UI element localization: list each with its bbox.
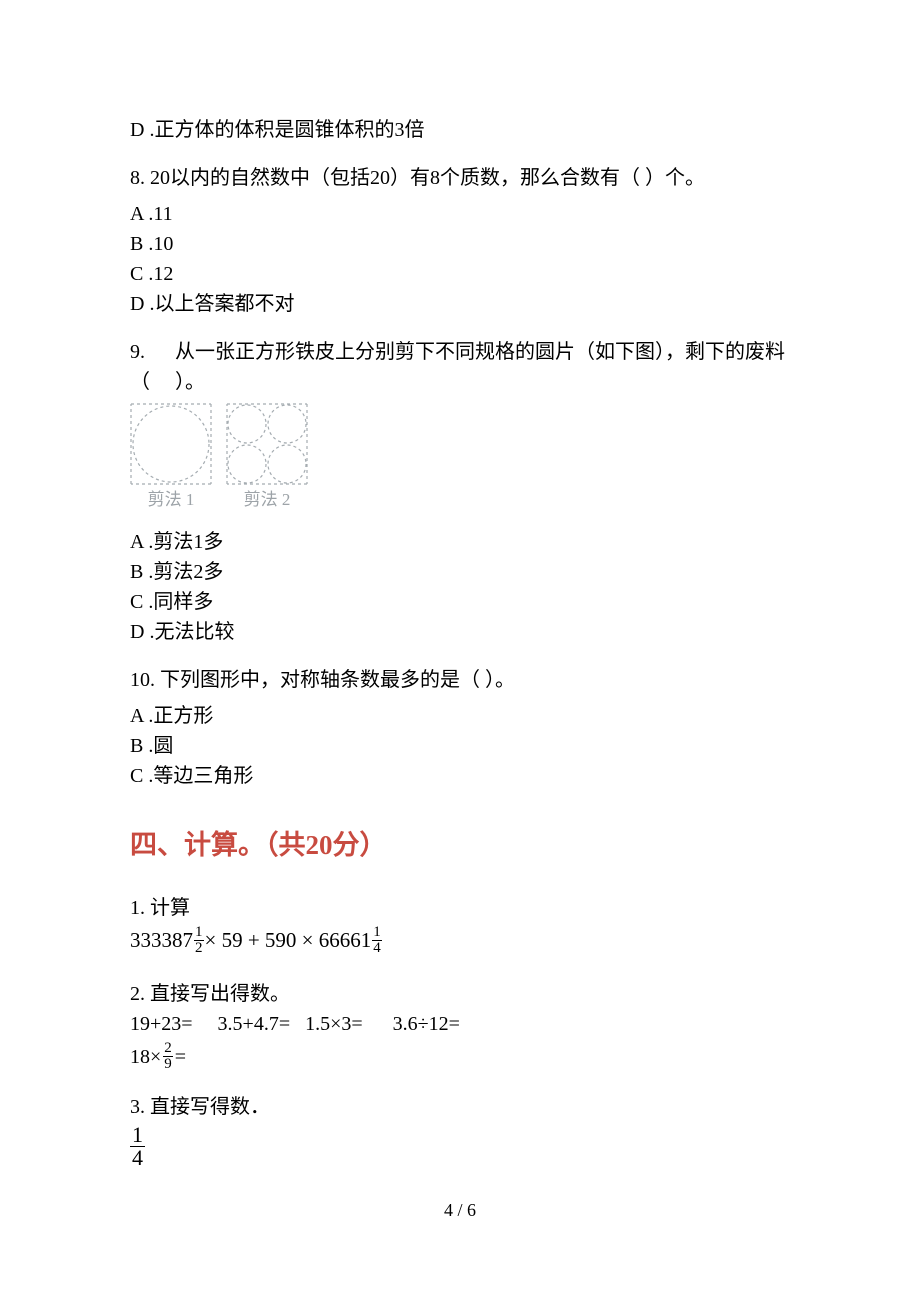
q9-figures: 剪法 1 剪法 2 [130, 403, 790, 513]
fraction-icon: 1 4 [372, 925, 382, 956]
q10-option-c: C .等边三角形 [130, 761, 790, 791]
q8-option-a: A .11 [130, 199, 790, 229]
c2-before: 18× [130, 1042, 161, 1072]
q8-stem: 8. 20以内的自然数中（包括20）有8个质数，那么合数有（ ）个。 [130, 163, 790, 193]
q9-option-b: B .剪法2多 [130, 557, 790, 587]
c2-stem: 2. 直接写出得数。 [130, 979, 790, 1009]
q9-stem: 9. 从一张正方形铁皮上分别剪下不同规格的圆片（如下图），剩下的废料（ ）。 [130, 337, 790, 397]
q8-option-b: B .10 [130, 229, 790, 259]
section-4-title: 四、计算。（共20分） [130, 825, 790, 866]
fraction-icon: 2 9 [163, 1041, 173, 1072]
q9-figure-1: 剪法 1 [130, 403, 212, 513]
q7-option-d: D .正方体的体积是圆锥体积的3倍 [130, 115, 790, 145]
page-number: 4 / 6 [0, 1197, 920, 1224]
c1-part2: × 59 + 590 × 66661 [205, 925, 372, 957]
q9-option-c: C .同样多 [130, 587, 790, 617]
q9-caption-1: 剪法 1 [148, 487, 195, 513]
q9-caption-2: 剪法 2 [244, 487, 291, 513]
q9-option-d: D .无法比较 [130, 617, 790, 647]
q9-option-a: A .剪法1多 [130, 527, 790, 557]
q8-option-d: D .以上答案都不对 [130, 289, 790, 319]
square-one-circle-icon [130, 403, 212, 485]
c3-stem: 3. 直接写得数． [130, 1092, 790, 1122]
q10-option-b: B .圆 [130, 731, 790, 761]
q10-stem: 10. 下列图形中，对称轴条数最多的是（ ）。 [130, 665, 790, 695]
fraction-icon: 1 2 [194, 925, 204, 956]
c3-fraction: 1 4 [130, 1124, 790, 1169]
q9-figure-2: 剪法 2 [226, 403, 308, 513]
q8-option-c: C .12 [130, 259, 790, 289]
c2-row2: 18× 2 9 = [130, 1041, 790, 1074]
c1-expression: 333387 1 2 × 59 + 590 × 66661 1 4 [130, 925, 790, 957]
q10-option-a: A .正方形 [130, 701, 790, 731]
fraction-icon: 1 4 [130, 1124, 145, 1169]
c2-after: = [175, 1042, 186, 1072]
c1-part1: 333387 [130, 925, 193, 957]
c1-stem: 1. 计算 [130, 893, 790, 923]
square-four-circles-icon [226, 403, 308, 485]
c2-row1: 19+23= 3.5+4.7= 1.5×3= 3.6÷12= [130, 1009, 790, 1039]
